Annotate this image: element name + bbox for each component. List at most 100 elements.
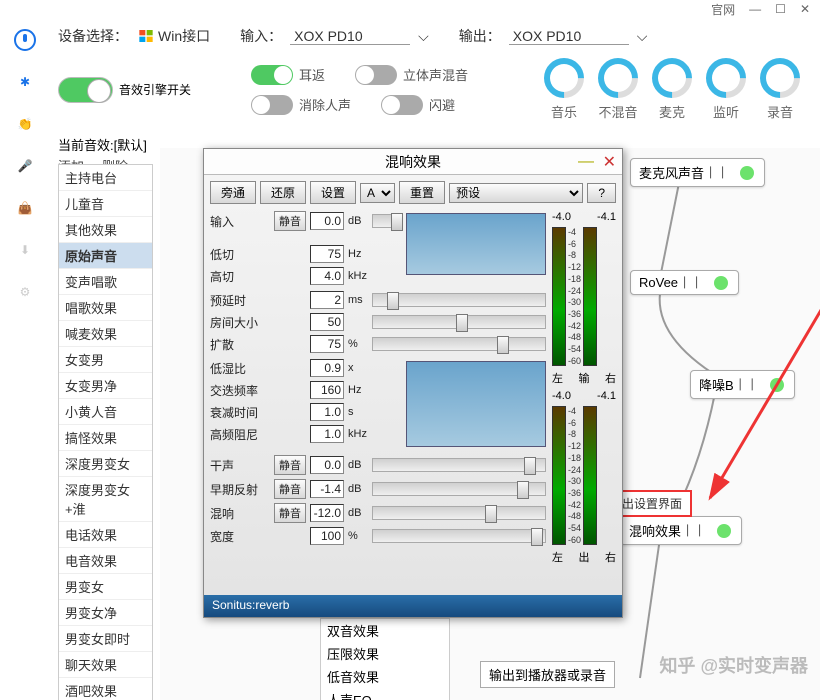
early-mute[interactable]: 静音 bbox=[274, 479, 306, 499]
decay-val[interactable]: 1.0 bbox=[310, 403, 344, 421]
dry-mute[interactable]: 静音 bbox=[274, 455, 306, 475]
width-slider[interactable] bbox=[372, 529, 546, 543]
effect-item[interactable]: 主持电台 bbox=[59, 165, 152, 191]
early-slider[interactable] bbox=[372, 482, 546, 496]
dialog-min-icon[interactable]: — bbox=[578, 153, 594, 171]
sub-effect-item[interactable]: 低音效果 bbox=[321, 665, 449, 688]
chevron-down-icon[interactable]: ⌵ bbox=[637, 28, 648, 45]
effect-item[interactable]: 深度男变女+淮 bbox=[59, 477, 152, 522]
lowcut-val[interactable]: 75 bbox=[310, 245, 344, 263]
effect-item[interactable]: 唱歌效果 bbox=[59, 295, 152, 321]
reverb-slider[interactable] bbox=[372, 506, 546, 520]
effect-item[interactable]: 酒吧效果 bbox=[59, 678, 152, 700]
effect-item[interactable]: 电音效果 bbox=[59, 548, 152, 574]
highcut-val[interactable]: 4.0 bbox=[310, 267, 344, 285]
meter-out-r bbox=[583, 406, 597, 545]
restore-button[interactable]: 还原 bbox=[260, 181, 306, 204]
effect-item[interactable]: 儿童音 bbox=[59, 191, 152, 217]
preset-select[interactable]: 预设 bbox=[449, 183, 583, 203]
effect-item[interactable]: 喊麦效果 bbox=[59, 321, 152, 347]
help-button[interactable]: ? bbox=[587, 183, 616, 203]
reset-button[interactable]: 重置 bbox=[399, 181, 445, 204]
meter-in-l bbox=[552, 227, 566, 366]
window-max[interactable]: ☐ bbox=[775, 2, 786, 16]
node-reverb[interactable]: 混响效果⎸⎸ bbox=[620, 516, 742, 545]
engine-toggle[interactable] bbox=[58, 77, 113, 103]
dialog-title: 混响效果 bbox=[385, 152, 441, 172]
input-mute[interactable]: 静音 bbox=[274, 211, 306, 231]
knob-nomix[interactable] bbox=[590, 50, 647, 107]
watermark: 知乎 @实时变声器 bbox=[659, 652, 808, 678]
predelay-val[interactable]: 2 bbox=[310, 291, 344, 309]
effect-item[interactable]: 女变男 bbox=[59, 347, 152, 373]
dry-slider[interactable] bbox=[372, 458, 546, 472]
chevron-down-icon[interactable]: ⌵ bbox=[418, 28, 429, 45]
decay-graph[interactable] bbox=[406, 361, 546, 447]
site-link[interactable]: 官网 bbox=[711, 1, 735, 18]
ear-return-toggle[interactable] bbox=[251, 65, 293, 85]
effect-item[interactable]: 聊天效果 bbox=[59, 652, 152, 678]
clap-icon[interactable]: 👏 bbox=[13, 112, 37, 136]
reverb-dialog: 混响效果 — ✕ 旁通 还原 设置 A 重置 预设 ? 输入静音0. bbox=[203, 148, 623, 618]
remove-vocal-toggle[interactable] bbox=[251, 95, 293, 115]
early-val[interactable]: -1.4 bbox=[310, 480, 344, 498]
stereo-mix-toggle[interactable] bbox=[355, 65, 397, 85]
diffuse-slider[interactable] bbox=[372, 337, 546, 351]
dodge-toggle[interactable] bbox=[381, 95, 423, 115]
effect-item[interactable]: 女变男净 bbox=[59, 373, 152, 399]
input-slider[interactable] bbox=[372, 214, 402, 228]
roomsize-val[interactable]: 50 bbox=[310, 313, 344, 331]
window-min[interactable]: — bbox=[749, 2, 761, 16]
output-select[interactable]: XOX PD10 bbox=[509, 28, 629, 45]
effect-list: 主持电台儿童音其他效果原始声音变声唱歌唱歌效果喊麦效果女变男女变男净小黄人音搞怪… bbox=[58, 164, 153, 700]
effect-item[interactable]: 男变女净 bbox=[59, 600, 152, 626]
width-val[interactable]: 100 bbox=[310, 527, 344, 545]
window-close[interactable]: ✕ bbox=[800, 2, 810, 16]
effect-item[interactable]: 深度男变女 bbox=[59, 451, 152, 477]
bypass-button[interactable]: 旁通 bbox=[210, 181, 256, 204]
effect-item[interactable]: 变声唱歌 bbox=[59, 269, 152, 295]
effect-item[interactable]: 男变女即时 bbox=[59, 626, 152, 652]
knob-record[interactable] bbox=[752, 50, 809, 107]
sub-effect-item[interactable]: 压限效果 bbox=[321, 642, 449, 665]
bag-icon[interactable]: 👜 bbox=[13, 196, 37, 220]
predelay-slider[interactable] bbox=[372, 293, 546, 307]
gear-icon[interactable]: ⚙ bbox=[13, 280, 37, 304]
effect-item[interactable]: 男变女 bbox=[59, 574, 152, 600]
sub-effect-item[interactable]: 双音效果 bbox=[321, 619, 449, 642]
filter-graph[interactable] bbox=[406, 213, 546, 275]
download-icon[interactable]: ⬇ bbox=[13, 238, 37, 262]
input-label: 输入： bbox=[240, 26, 282, 46]
xfreq-val[interactable]: 160 bbox=[310, 381, 344, 399]
dialog-close-icon[interactable]: ✕ bbox=[603, 152, 616, 172]
node-mic-input[interactable]: 麦克风声音⎸⎸ bbox=[630, 158, 765, 187]
knob-monitor[interactable] bbox=[698, 50, 755, 107]
reverb-val[interactable]: -12.0 bbox=[310, 504, 344, 522]
sub-effect-item[interactable]: 人声EQ bbox=[321, 688, 449, 700]
knob-mic[interactable] bbox=[644, 50, 701, 107]
sub-effect-list: 双音效果压限效果低音效果人声EQ bbox=[320, 618, 450, 700]
snowflake-icon[interactable]: ✱ bbox=[13, 70, 37, 94]
mic-icon[interactable]: 🎤 bbox=[13, 154, 37, 178]
device-select[interactable]: Win接口 bbox=[138, 26, 210, 46]
drywet-val[interactable]: 0.9 bbox=[310, 359, 344, 377]
effect-item[interactable]: 小黄人音 bbox=[59, 399, 152, 425]
reverb-mute[interactable]: 静音 bbox=[274, 503, 306, 523]
hfdamp-val[interactable]: 1.0 bbox=[310, 425, 344, 443]
knob-music[interactable] bbox=[536, 50, 593, 107]
roomsize-slider[interactable] bbox=[372, 315, 546, 329]
settings-button[interactable]: 设置 bbox=[310, 181, 356, 204]
meter-in-r bbox=[583, 227, 597, 366]
effect-item[interactable]: 原始声音 bbox=[59, 243, 152, 269]
effect-item[interactable]: 其他效果 bbox=[59, 217, 152, 243]
preset-slot-select[interactable]: A bbox=[360, 183, 395, 203]
dry-val[interactable]: 0.0 bbox=[310, 456, 344, 474]
input-val[interactable]: 0.0 bbox=[310, 212, 344, 230]
mic-logo-icon[interactable] bbox=[13, 28, 37, 52]
input-select[interactable]: XOX PD10 bbox=[290, 28, 410, 45]
node-output[interactable]: 输出到播放器或录音 bbox=[480, 661, 615, 688]
effect-item[interactable]: 搞怪效果 bbox=[59, 425, 152, 451]
diffuse-val[interactable]: 75 bbox=[310, 335, 344, 353]
engine-label: 音效引擎开关 bbox=[119, 81, 191, 98]
effect-item[interactable]: 电话效果 bbox=[59, 522, 152, 548]
